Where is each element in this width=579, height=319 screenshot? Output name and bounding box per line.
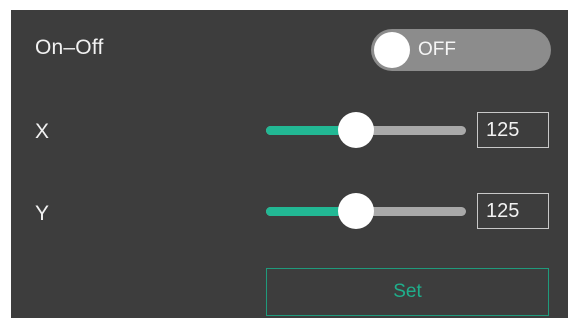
y-value-input[interactable] bbox=[477, 193, 549, 229]
toggle-state-text: OFF bbox=[418, 39, 456, 60]
on-off-toggle[interactable]: OFF bbox=[371, 29, 551, 71]
y-slider[interactable] bbox=[266, 193, 466, 229]
toggle-knob bbox=[374, 32, 410, 68]
x-slider[interactable] bbox=[266, 112, 466, 148]
x-label: X bbox=[35, 120, 50, 143]
on-off-label: On–Off bbox=[35, 36, 104, 59]
x-value-input[interactable] bbox=[477, 112, 549, 148]
set-button[interactable]: Set bbox=[266, 268, 549, 316]
x-slider-thumb[interactable] bbox=[338, 112, 374, 148]
y-slider-thumb[interactable] bbox=[338, 193, 374, 229]
y-label: Y bbox=[35, 202, 50, 225]
control-panel: On–Off OFF X Y Set bbox=[11, 10, 568, 318]
